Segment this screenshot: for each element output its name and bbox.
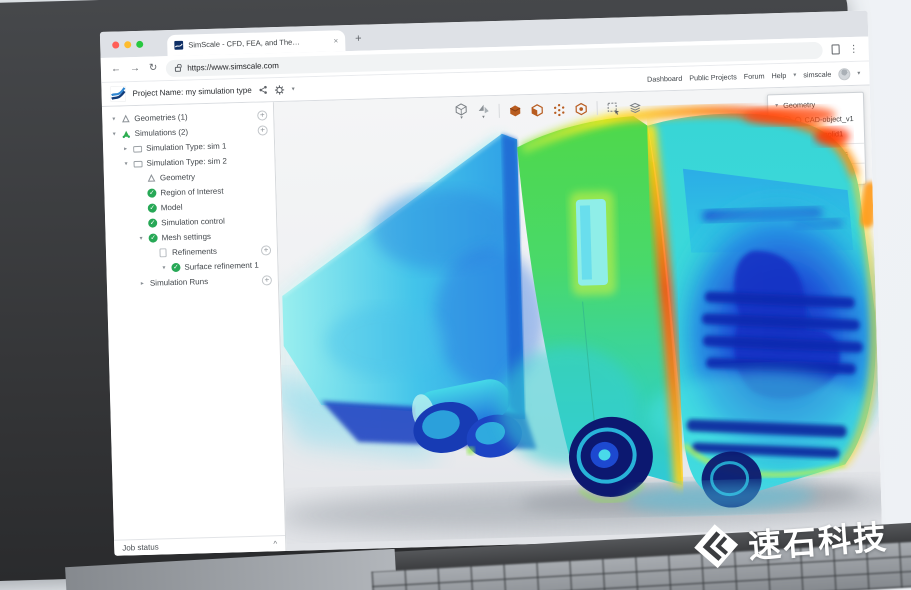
gear-caret-icon[interactable]: ▾ xyxy=(292,86,295,93)
mesh-quality-icon[interactable] xyxy=(575,102,588,115)
zoom-window-icon[interactable] xyxy=(136,41,143,48)
sim-type-icon xyxy=(133,159,142,167)
gear-icon[interactable] xyxy=(275,84,285,94)
box-select-icon[interactable] xyxy=(607,101,620,114)
mesh-solid-icon[interactable] xyxy=(509,104,522,117)
nav-help[interactable]: Help xyxy=(771,71,786,80)
traffic-lights xyxy=(100,41,153,58)
save-page-icon[interactable] xyxy=(831,44,839,54)
caret-down-icon[interactable] xyxy=(122,160,129,167)
check-icon xyxy=(171,263,180,272)
forward-icon[interactable]: → xyxy=(130,64,140,74)
app-body: Geometries (1) Simulations (2) Simulatio… xyxy=(102,86,882,556)
check-icon xyxy=(149,233,158,242)
project-name: Project Name: my simulation type xyxy=(132,86,251,98)
sim-type-icon xyxy=(133,144,142,152)
new-tab-button[interactable]: + xyxy=(355,33,362,45)
nav-forum[interactable]: Forum xyxy=(744,71,765,81)
browser-window: SimScale - CFD, FEA, and The… × + ← → ↻ … xyxy=(100,11,882,556)
simscale-logo xyxy=(110,86,125,101)
viewport-3d[interactable]: Geometry CAD-object_v1 solid1 xyxy=(274,86,882,551)
caret-down-icon[interactable] xyxy=(138,235,145,242)
user-caret-icon[interactable]: ▾ xyxy=(857,70,860,77)
caret-right-icon[interactable] xyxy=(139,280,146,287)
user-avatar[interactable] xyxy=(838,68,850,80)
nav-public-projects[interactable]: Public Projects xyxy=(689,72,737,82)
caret-down-icon[interactable] xyxy=(111,131,118,138)
mesh-points-icon[interactable] xyxy=(553,103,566,116)
watermark-logo-icon xyxy=(692,522,741,571)
caret-down-icon[interactable] xyxy=(160,264,167,271)
laptop: SimScale - CFD, FEA, and The… × + ← → ↻ … xyxy=(0,0,911,590)
view-cube-icon[interactable]: ▾ xyxy=(455,103,468,121)
tab-close-icon[interactable]: × xyxy=(333,36,338,45)
user-name[interactable]: simscale xyxy=(803,70,831,80)
refinements-icon xyxy=(159,248,168,257)
browser-menu-icon[interactable]: ⋮ xyxy=(848,43,858,54)
minimize-window-icon[interactable] xyxy=(124,41,131,48)
marketing-photo-stage: SimScale - CFD, FEA, and The… × + ← → ↻ … xyxy=(0,0,911,590)
caret-down-icon[interactable] xyxy=(110,116,117,123)
geometry-icon xyxy=(147,173,156,182)
check-icon xyxy=(148,203,157,212)
url-text: https://www.simscale.com xyxy=(187,61,279,73)
add-refinement-button[interactable] xyxy=(261,245,271,255)
check-icon xyxy=(148,218,157,227)
simulation-tree-sidebar: Geometries (1) Simulations (2) Simulatio… xyxy=(102,102,286,556)
add-geometry-button[interactable] xyxy=(257,110,267,120)
simulations-icon xyxy=(122,129,131,138)
watermark-text: 速石科技 xyxy=(746,510,889,568)
simscale-favicon xyxy=(174,41,183,50)
mesh-surface-icon[interactable] xyxy=(531,103,544,116)
cfd-truck-visualization xyxy=(274,97,882,551)
check-icon xyxy=(147,188,156,197)
close-window-icon[interactable] xyxy=(112,41,119,48)
tab-title: SimScale - CFD, FEA, and The… xyxy=(188,37,329,50)
geometry-icon xyxy=(121,114,130,123)
mesh-layers-icon[interactable] xyxy=(629,100,642,113)
share-icon[interactable] xyxy=(259,85,268,94)
nav-dashboard[interactable]: Dashboard xyxy=(647,74,682,84)
https-lock-icon xyxy=(175,66,181,71)
add-run-button[interactable] xyxy=(262,275,272,285)
caret-right-icon[interactable] xyxy=(122,145,129,152)
clip-plane-icon[interactable]: ▾ xyxy=(477,102,490,120)
reload-icon[interactable]: ↻ xyxy=(149,63,158,73)
add-simulation-button[interactable] xyxy=(258,125,268,135)
expand-job-status-icon[interactable]: ^ xyxy=(273,539,277,548)
job-status-label: Job status xyxy=(122,539,273,552)
back-icon[interactable]: ← xyxy=(111,64,121,74)
help-caret-icon: ▾ xyxy=(793,72,796,79)
